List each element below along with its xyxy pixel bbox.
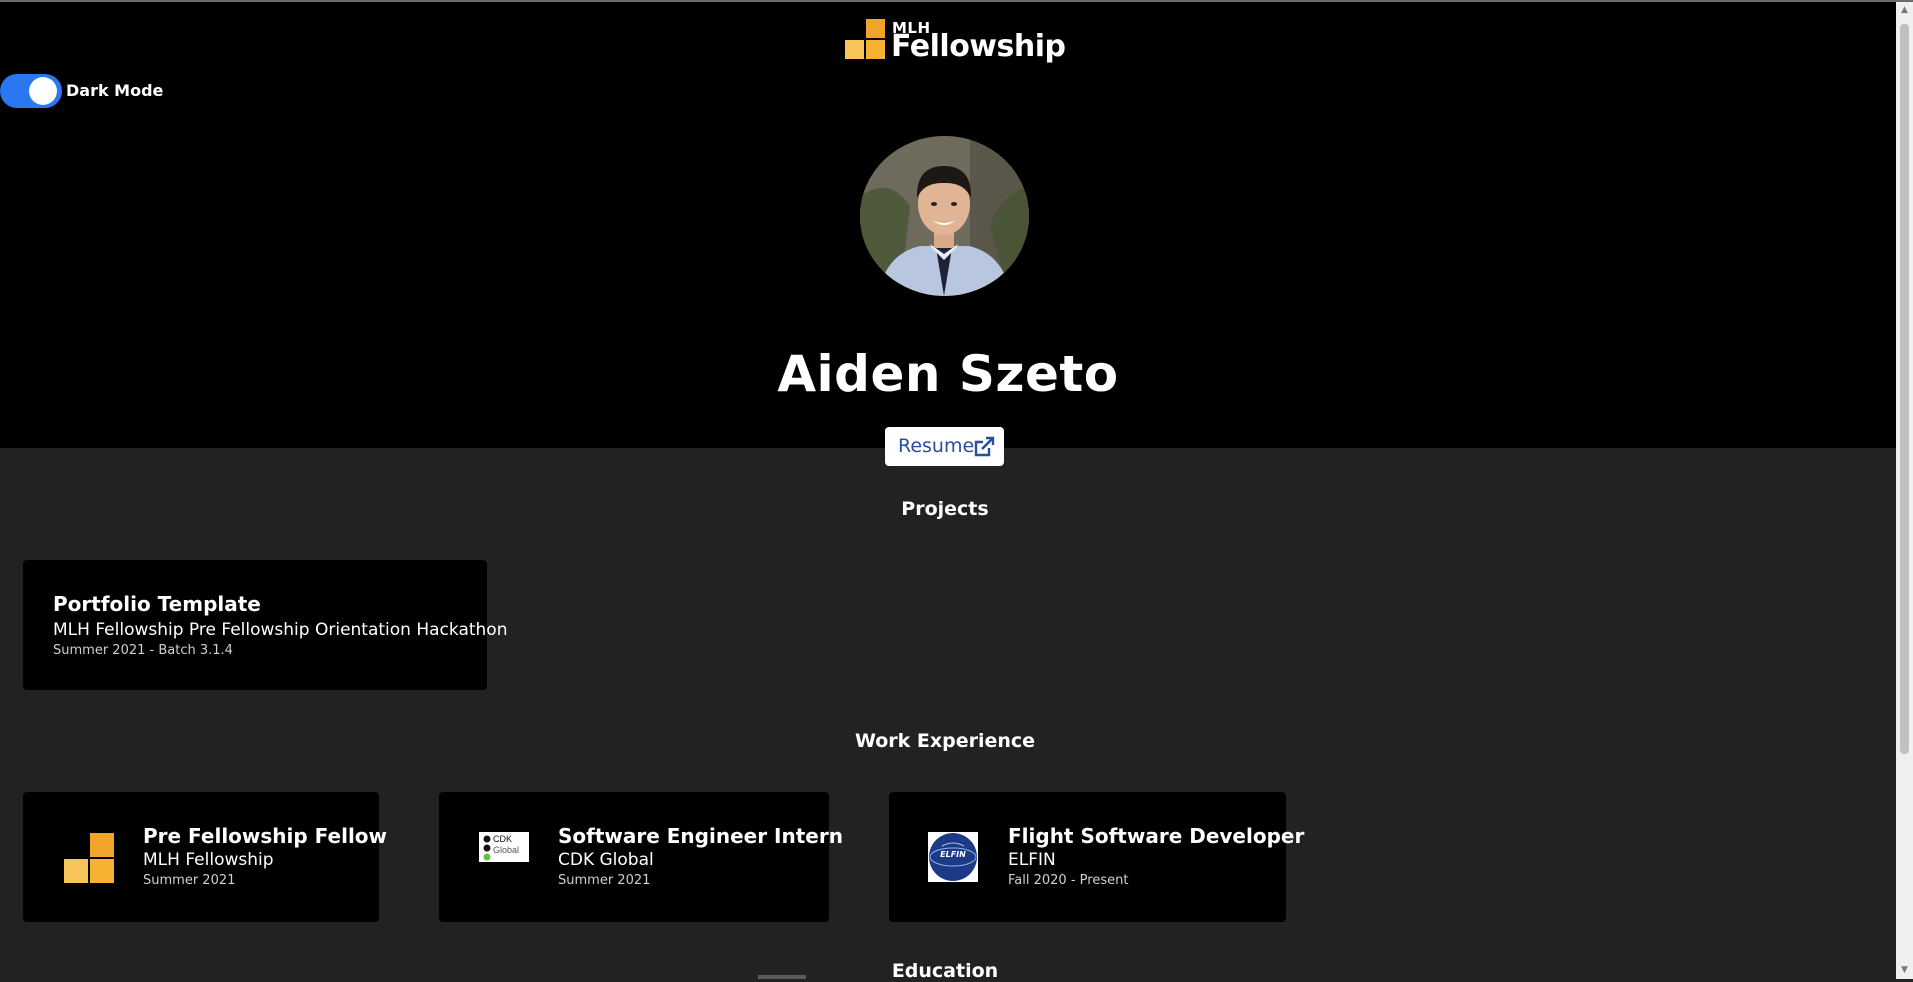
work-card[interactable]: ELFIN Flight Software Developer ELFIN Fa… [889, 792, 1304, 922]
mlh-logo-icon [64, 833, 114, 883]
education-tab-indicator [758, 975, 806, 979]
scroll-down-arrow-icon[interactable]: ▼ [1896, 962, 1913, 979]
elfin-logo-icon: ELFIN [928, 832, 978, 882]
cdk-global-logo-icon: CDK Global [479, 832, 529, 862]
work-company: MLH Fellowship [143, 850, 274, 870]
cdk-dots-icon [483, 835, 491, 861]
external-link-icon [974, 436, 995, 457]
profile-avatar [860, 136, 1029, 296]
toggle-knob [29, 77, 57, 105]
scroll-up-arrow-icon[interactable]: ▲ [1896, 2, 1913, 19]
profile-name: Aiden Szeto [777, 345, 1119, 403]
work-card[interactable]: Pre Fellowship Fellow MLH Fellowship Sum… [23, 792, 387, 922]
work-company: CDK Global [558, 850, 654, 870]
work-title: Flight Software Developer [1008, 824, 1305, 848]
work-experience-heading: Work Experience [854, 730, 1036, 752]
project-date: Summer 2021 - Batch 3.1.4 [53, 643, 233, 658]
cdk-logo-text: CDK [493, 834, 513, 844]
logo-square-icon [845, 40, 864, 59]
scrollbar-thumb[interactable] [1900, 24, 1909, 754]
work-date: Fall 2020 - Present [1008, 873, 1129, 888]
mlh-fellowship-logo[interactable]: MLH Fellowship [845, 19, 1066, 69]
dark-mode-toggle[interactable] [0, 74, 62, 108]
project-card[interactable]: Portfolio Template MLH Fellowship Pre Fe… [23, 560, 507, 690]
project-subtitle: MLH Fellowship Pre Fellowship Orientatio… [53, 620, 508, 640]
projects-heading: Projects [901, 498, 989, 520]
elfin-logo-text: ELFIN [940, 850, 966, 859]
dark-mode-label: Dark Mode [66, 81, 164, 100]
resume-label: Resume [898, 435, 975, 457]
hero-header: MLH Fellowship Dark Mode Aiden Szeto [0, 2, 1896, 448]
work-company: ELFIN [1008, 850, 1056, 870]
logo-fellowship-text: Fellowship [891, 29, 1066, 64]
work-title: Software Engineer Intern [558, 824, 843, 848]
project-title: Portfolio Template [53, 592, 261, 616]
work-date: Summer 2021 [558, 873, 651, 888]
cdk-logo-subtext: Global [493, 845, 520, 855]
resume-button[interactable]: Resume [885, 427, 1004, 466]
work-card[interactable]: CDK Global Software Engineer Intern CDK … [439, 792, 843, 922]
avatar-photo [860, 136, 1029, 296]
work-title: Pre Fellowship Fellow [143, 824, 388, 848]
work-date: Summer 2021 [143, 873, 236, 888]
vertical-scrollbar[interactable]: ▲ ▼ [1896, 2, 1913, 979]
logo-square-icon [866, 19, 885, 38]
logo-square-icon [866, 40, 885, 59]
